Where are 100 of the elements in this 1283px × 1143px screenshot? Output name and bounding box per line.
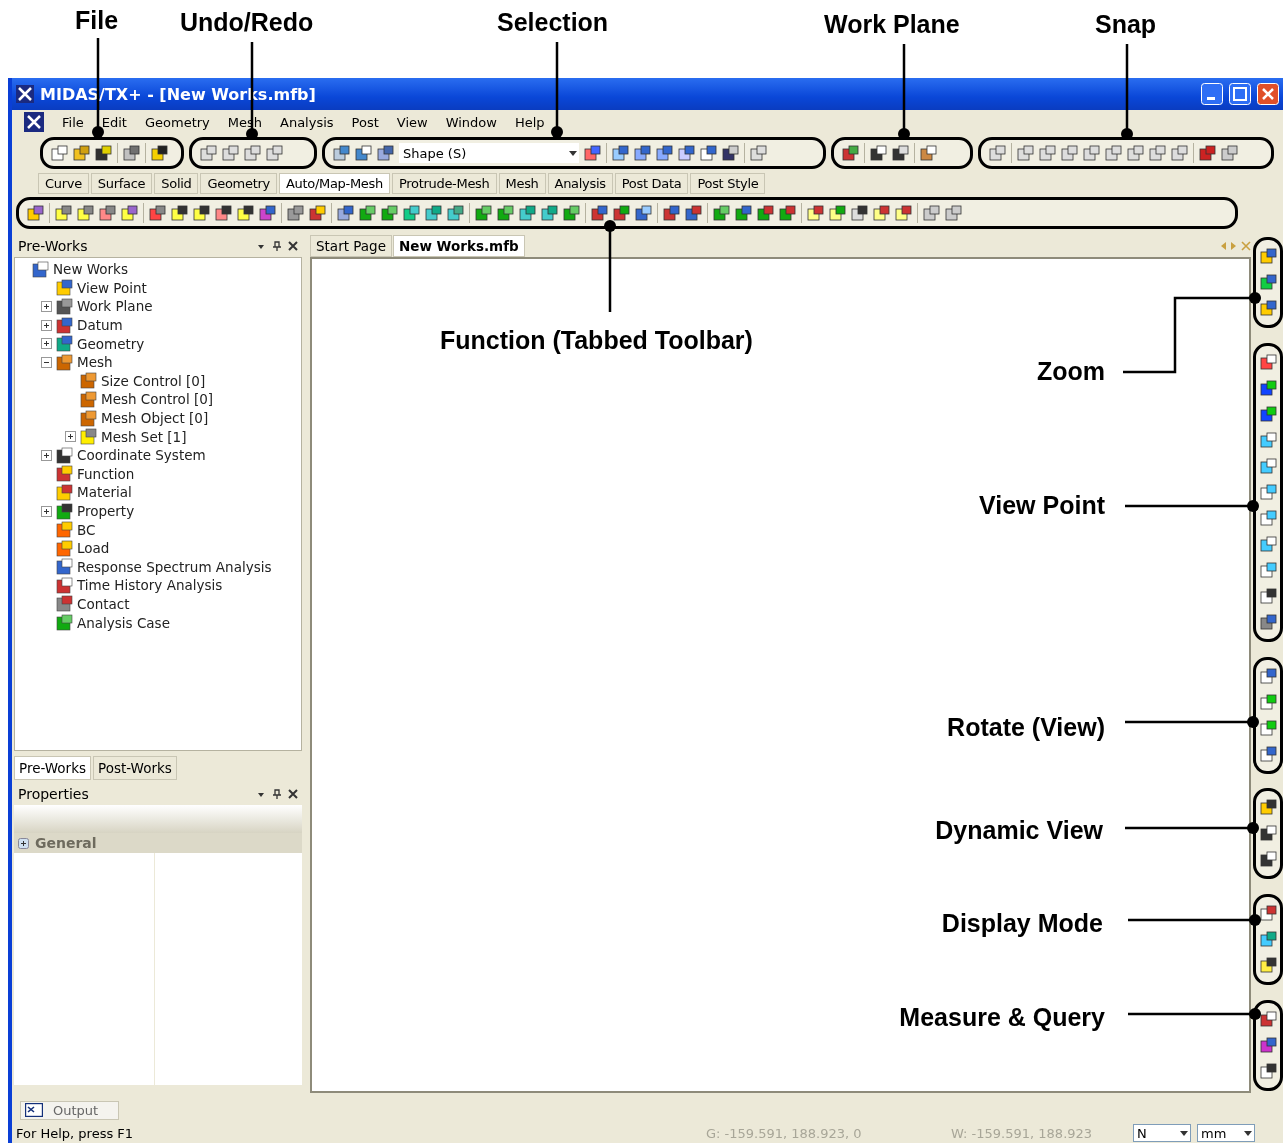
menu-item[interactable]: Edit (101, 114, 127, 130)
tool-icon[interactable] (171, 204, 188, 222)
tree-item[interactable]: Datum (77, 317, 123, 334)
tool-icon[interactable] (95, 144, 112, 162)
tool-icon[interactable] (634, 144, 651, 162)
tool-icon[interactable] (779, 204, 796, 222)
pin-icon[interactable] (272, 789, 282, 799)
tree-item[interactable]: Material (77, 484, 132, 501)
menu-item[interactable]: Geometry (144, 114, 210, 130)
tree-item[interactable]: View Point (77, 279, 147, 296)
tool-icon[interactable] (309, 204, 326, 222)
expand-icon[interactable] (41, 319, 52, 331)
tool-icon[interactable] (613, 204, 630, 222)
tool-icon[interactable] (1259, 587, 1277, 605)
force-unit-dropdown[interactable]: N (1133, 1124, 1191, 1142)
menu-item[interactable]: View (396, 114, 428, 130)
tool-icon[interactable] (237, 204, 254, 222)
tool-icon[interactable] (584, 144, 601, 162)
tool-icon[interactable] (685, 204, 702, 222)
tool-icon[interactable] (151, 144, 168, 162)
tool-icon[interactable] (656, 144, 673, 162)
tool-icon[interactable] (895, 204, 912, 222)
expand-icon[interactable] (18, 837, 29, 849)
tree-item[interactable]: Mesh Control [0] (101, 391, 214, 408)
output-tab[interactable]: Output (20, 1100, 120, 1120)
tool-icon[interactable] (663, 204, 680, 222)
tree-item[interactable]: Size Control [0] (101, 372, 206, 389)
tool-icon[interactable] (1259, 405, 1277, 423)
tool-icon[interactable] (1259, 905, 1277, 923)
toolbar-tab[interactable]: Solid (154, 172, 199, 194)
tool-icon[interactable] (149, 204, 166, 222)
tool-icon[interactable] (635, 204, 652, 222)
property-group-header[interactable]: General (14, 833, 302, 853)
collapse-icon[interactable] (41, 356, 52, 368)
menu-item[interactable]: Analysis (280, 114, 334, 130)
maximize-button[interactable] (1229, 83, 1251, 105)
toolbar-tab[interactable]: Protrude-Mesh (391, 172, 497, 194)
length-unit-dropdown[interactable]: mm (1197, 1124, 1255, 1142)
tree-item[interactable]: Work Plane (77, 298, 153, 315)
tool-icon[interactable] (1259, 274, 1277, 291)
menu-item[interactable]: File (62, 114, 84, 130)
expand-icon[interactable] (41, 505, 52, 517)
expand-icon[interactable] (65, 431, 76, 443)
tool-icon[interactable] (1259, 851, 1277, 869)
tool-icon[interactable] (1259, 1037, 1277, 1054)
tool-icon[interactable] (1259, 300, 1277, 317)
tool-icon[interactable] (1199, 144, 1216, 162)
tool-icon[interactable] (1259, 667, 1277, 685)
tool-icon[interactable] (1259, 1063, 1277, 1080)
panel-tab[interactable]: Pre-Works (14, 756, 91, 780)
panel-tab[interactable]: Post-Works (93, 756, 177, 780)
close-button[interactable] (1257, 83, 1279, 105)
tree-item[interactable]: Mesh Object [0] (101, 410, 209, 427)
tree-item[interactable]: Time History Analysis (77, 577, 223, 594)
toolbar-tab[interactable]: Post Data (614, 172, 689, 194)
tree-item[interactable]: Response Spectrum Analysis (77, 558, 272, 575)
tool-icon[interactable] (1259, 825, 1277, 843)
tool-icon[interactable] (870, 144, 887, 162)
tool-icon[interactable] (873, 204, 890, 222)
tree-item[interactable]: New Works (53, 261, 128, 278)
minimize-button[interactable] (1201, 83, 1223, 105)
tool-icon[interactable] (591, 204, 608, 222)
toolbar-tab[interactable]: Geometry (200, 172, 277, 194)
tool-icon[interactable] (612, 144, 629, 162)
pin-icon[interactable] (272, 241, 282, 251)
toolbar-tab[interactable]: Surface (90, 172, 153, 194)
tool-icon[interactable] (287, 204, 304, 222)
document-tab[interactable]: Start Page (310, 235, 392, 257)
tool-icon[interactable] (1259, 957, 1277, 975)
tool-icon[interactable] (722, 144, 739, 162)
tool-icon[interactable] (1259, 379, 1277, 397)
tool-icon[interactable] (215, 204, 232, 222)
tool-icon[interactable] (1259, 613, 1277, 631)
expand-icon[interactable] (41, 301, 52, 312)
model-view-canvas[interactable] (310, 257, 1251, 1093)
tree-item[interactable]: Load (77, 540, 110, 557)
tree-item[interactable]: Property (77, 503, 135, 519)
tool-icon[interactable] (842, 144, 859, 162)
tool-icon[interactable] (1259, 248, 1277, 265)
expand-icon[interactable] (41, 449, 52, 461)
expand-icon[interactable] (41, 338, 52, 350)
menu-item[interactable]: Help (514, 114, 545, 130)
tree-item[interactable]: Function (77, 465, 135, 482)
close-icon[interactable] (288, 241, 298, 251)
tree-item[interactable]: Analysis Case (77, 614, 170, 631)
tree-item[interactable]: Mesh (77, 354, 113, 371)
tool-icon[interactable] (259, 204, 276, 222)
tool-icon[interactable] (1259, 353, 1277, 371)
toolbar-tab[interactable]: Post Style (690, 172, 766, 194)
menu-item[interactable]: Post (351, 114, 379, 130)
tree-item[interactable]: Coordinate System (77, 447, 206, 464)
tool-icon[interactable] (1259, 1011, 1277, 1028)
tool-icon[interactable] (735, 204, 752, 222)
tool-icon[interactable] (123, 144, 140, 162)
tool-icon[interactable] (678, 144, 695, 162)
tool-icon[interactable] (851, 204, 868, 222)
toolbar-tab[interactable]: Auto/Map-Mesh (278, 172, 390, 194)
toolbar-tab[interactable]: Curve (38, 172, 89, 194)
tool-icon[interactable] (807, 204, 824, 222)
toolbar-tab[interactable]: Analysis (547, 172, 613, 194)
